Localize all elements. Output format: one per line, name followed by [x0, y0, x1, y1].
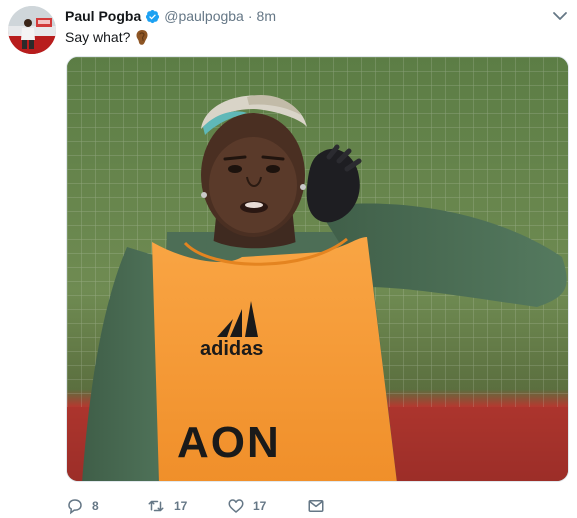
reply-icon [66, 497, 84, 515]
retweet-button[interactable]: 17 [146, 497, 227, 515]
tweet-text-content: Say what? [65, 29, 131, 45]
retweet-icon [146, 497, 166, 515]
reply-count: 8 [92, 499, 99, 513]
ear-emoji [135, 29, 149, 46]
display-name[interactable]: Paul Pogba [65, 8, 141, 24]
like-button[interactable]: 17 [227, 497, 307, 515]
jersey-sponsor-text: AON [177, 418, 281, 467]
avatar[interactable] [8, 6, 56, 54]
tweet[interactable]: Paul Pogba @paulpogba · 8m Say what? adi… [0, 0, 577, 518]
tweet-photo[interactable]: adidas AON [66, 56, 569, 482]
chevron-down-icon[interactable] [552, 9, 568, 21]
username-handle[interactable]: @paulpogba [164, 8, 244, 24]
photo-player-gesture: adidas AON [67, 57, 568, 481]
like-count: 17 [253, 499, 267, 513]
reply-button[interactable]: 8 [66, 497, 146, 515]
direct-message-button[interactable] [307, 497, 325, 515]
avatar-image [8, 6, 56, 54]
timestamp[interactable]: 8m [257, 8, 276, 24]
heart-icon [227, 497, 245, 515]
tweet-actions: 8 17 17 [66, 495, 325, 517]
tweet-text: Say what? [65, 28, 149, 46]
verified-badge-icon [145, 9, 160, 24]
jersey-brand-text: adidas [200, 338, 263, 360]
separator-dot: · [247, 8, 253, 24]
tweet-header: Paul Pogba @paulpogba · 8m [65, 6, 276, 26]
envelope-icon [307, 497, 325, 515]
retweet-count: 17 [174, 499, 188, 513]
